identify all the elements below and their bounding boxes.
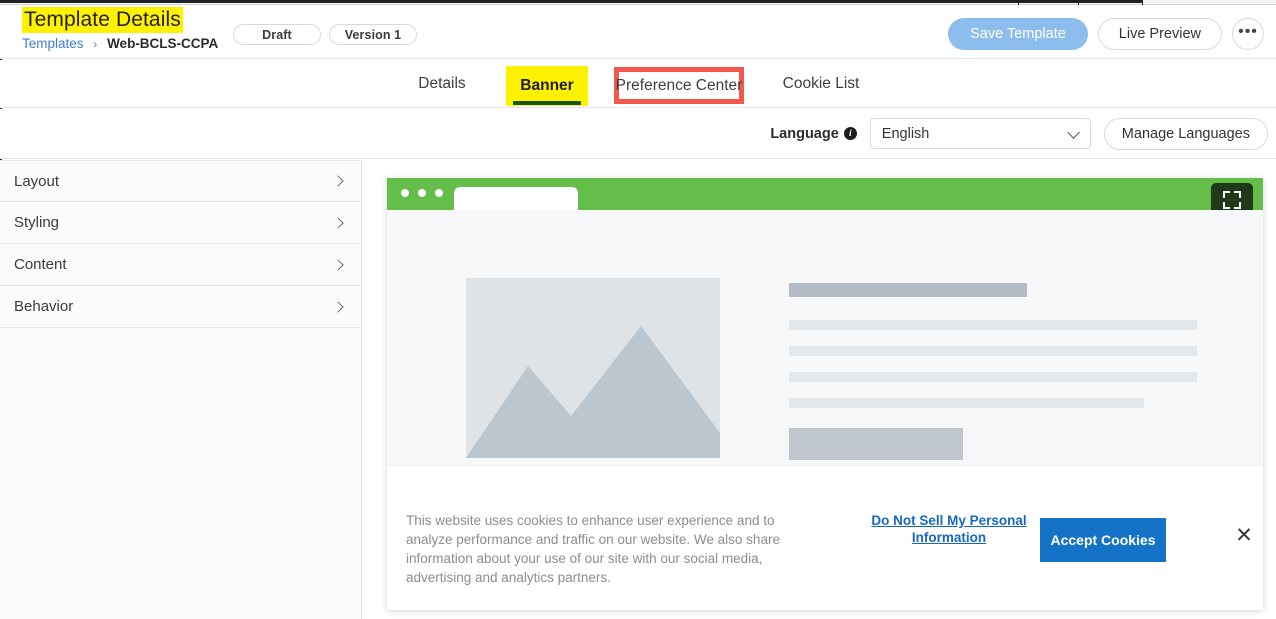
mockup-browser-chrome [387, 178, 1263, 216]
mockup-page-body: This website uses cookies to enhance use… [387, 210, 1263, 610]
placeholder-text-line [789, 320, 1197, 330]
template-details-page: Template Details Templates › Web-BCLS-CC… [0, 0, 1276, 619]
language-bar: Language i English Manage Languages [0, 109, 1276, 159]
do-not-sell-link[interactable]: Do Not Sell My Personal Information [870, 512, 1028, 546]
live-preview-button[interactable]: Live Preview [1097, 18, 1222, 50]
sidebar-item-content[interactable]: Content [0, 244, 361, 286]
placeholder-text-line [789, 346, 1197, 356]
sidebar-item-label: Content [14, 256, 67, 273]
placeholder-text-line [789, 372, 1197, 382]
chevron-right-icon [332, 175, 344, 187]
breadcrumb-separator: › [93, 37, 98, 51]
cookie-consent-banner: This website uses cookies to enhance use… [387, 465, 1263, 610]
header-actions: Save Template Live Preview ••• [948, 18, 1264, 50]
breadcrumb-link-templates[interactable]: Templates [22, 36, 84, 51]
placeholder-button-block [789, 428, 963, 460]
browser-mockup: This website uses cookies to enhance use… [387, 178, 1263, 610]
tab-preference-center-label: Preference Center [615, 76, 743, 94]
tab-cookie-list-label: Cookie List [782, 74, 860, 92]
cookie-banner-description: This website uses cookies to enhance use… [406, 513, 780, 585]
breadcrumb: Templates › Web-BCLS-CCPA [22, 35, 218, 53]
breadcrumb-current: Web-BCLS-CCPA [107, 36, 219, 51]
language-selected-value: English [881, 125, 930, 142]
browser-tabstrip-bar [0, 0, 1276, 3]
tab-details-label: Details [418, 74, 466, 92]
tab-cookie-list[interactable]: Cookie List [772, 60, 870, 108]
more-options-icon[interactable]: ••• [1232, 18, 1264, 50]
chevron-right-icon [332, 216, 344, 229]
tab-banner-label: Banner [520, 77, 574, 94]
template-tabbar: Details Banner Preference Center Cookie … [0, 60, 1276, 108]
mockup-browser-tab [454, 187, 578, 210]
tab-details[interactable]: Details [402, 60, 482, 108]
sidebar-item-styling[interactable]: Styling [0, 202, 361, 244]
sidebar-item-layout[interactable]: Layout [0, 160, 361, 202]
banner-preview-pane: This website uses cookies to enhance use… [363, 160, 1276, 619]
chevron-right-icon [332, 300, 344, 313]
page-header: Template Details Templates › Web-BCLS-CC… [0, 5, 1276, 59]
page-title: Template Details [22, 7, 183, 33]
placeholder-text-line [789, 398, 1144, 408]
language-select[interactable]: English [869, 118, 1091, 149]
sidebar-item-behavior[interactable]: Behavior [0, 286, 361, 328]
settings-sidebar: Layout Styling Content Behavior [0, 160, 362, 619]
sidebar-item-label: Behavior [14, 298, 74, 315]
placeholder-heading-bar [789, 283, 1027, 297]
language-label: Language [770, 125, 839, 142]
placeholder-image [466, 278, 720, 458]
tab-banner[interactable]: Banner [506, 66, 588, 106]
title-block: Template Details Templates › Web-BCLS-CC… [22, 7, 218, 53]
active-tab-indicator [513, 101, 581, 105]
browser-active-tab[interactable] [1142, 0, 1276, 3]
window-controls-icon [401, 189, 443, 197]
sidebar-item-label: Layout [14, 172, 60, 190]
sidebar-item-label: Styling [14, 214, 60, 231]
manage-languages-button[interactable]: Manage Languages [1103, 117, 1268, 150]
version-badge: Version 1 [329, 24, 417, 45]
tab-preference-center[interactable]: Preference Center [614, 67, 744, 104]
accept-cookies-button[interactable]: Accept Cookies [1040, 518, 1166, 562]
close-icon[interactable]: ✕ [1232, 524, 1256, 548]
info-icon[interactable]: i [843, 127, 857, 140]
chevron-right-icon [332, 258, 344, 271]
save-template-button[interactable]: Save Template [948, 18, 1088, 50]
status-badge-draft: Draft [233, 24, 321, 45]
chevron-down-icon [1066, 126, 1080, 139]
